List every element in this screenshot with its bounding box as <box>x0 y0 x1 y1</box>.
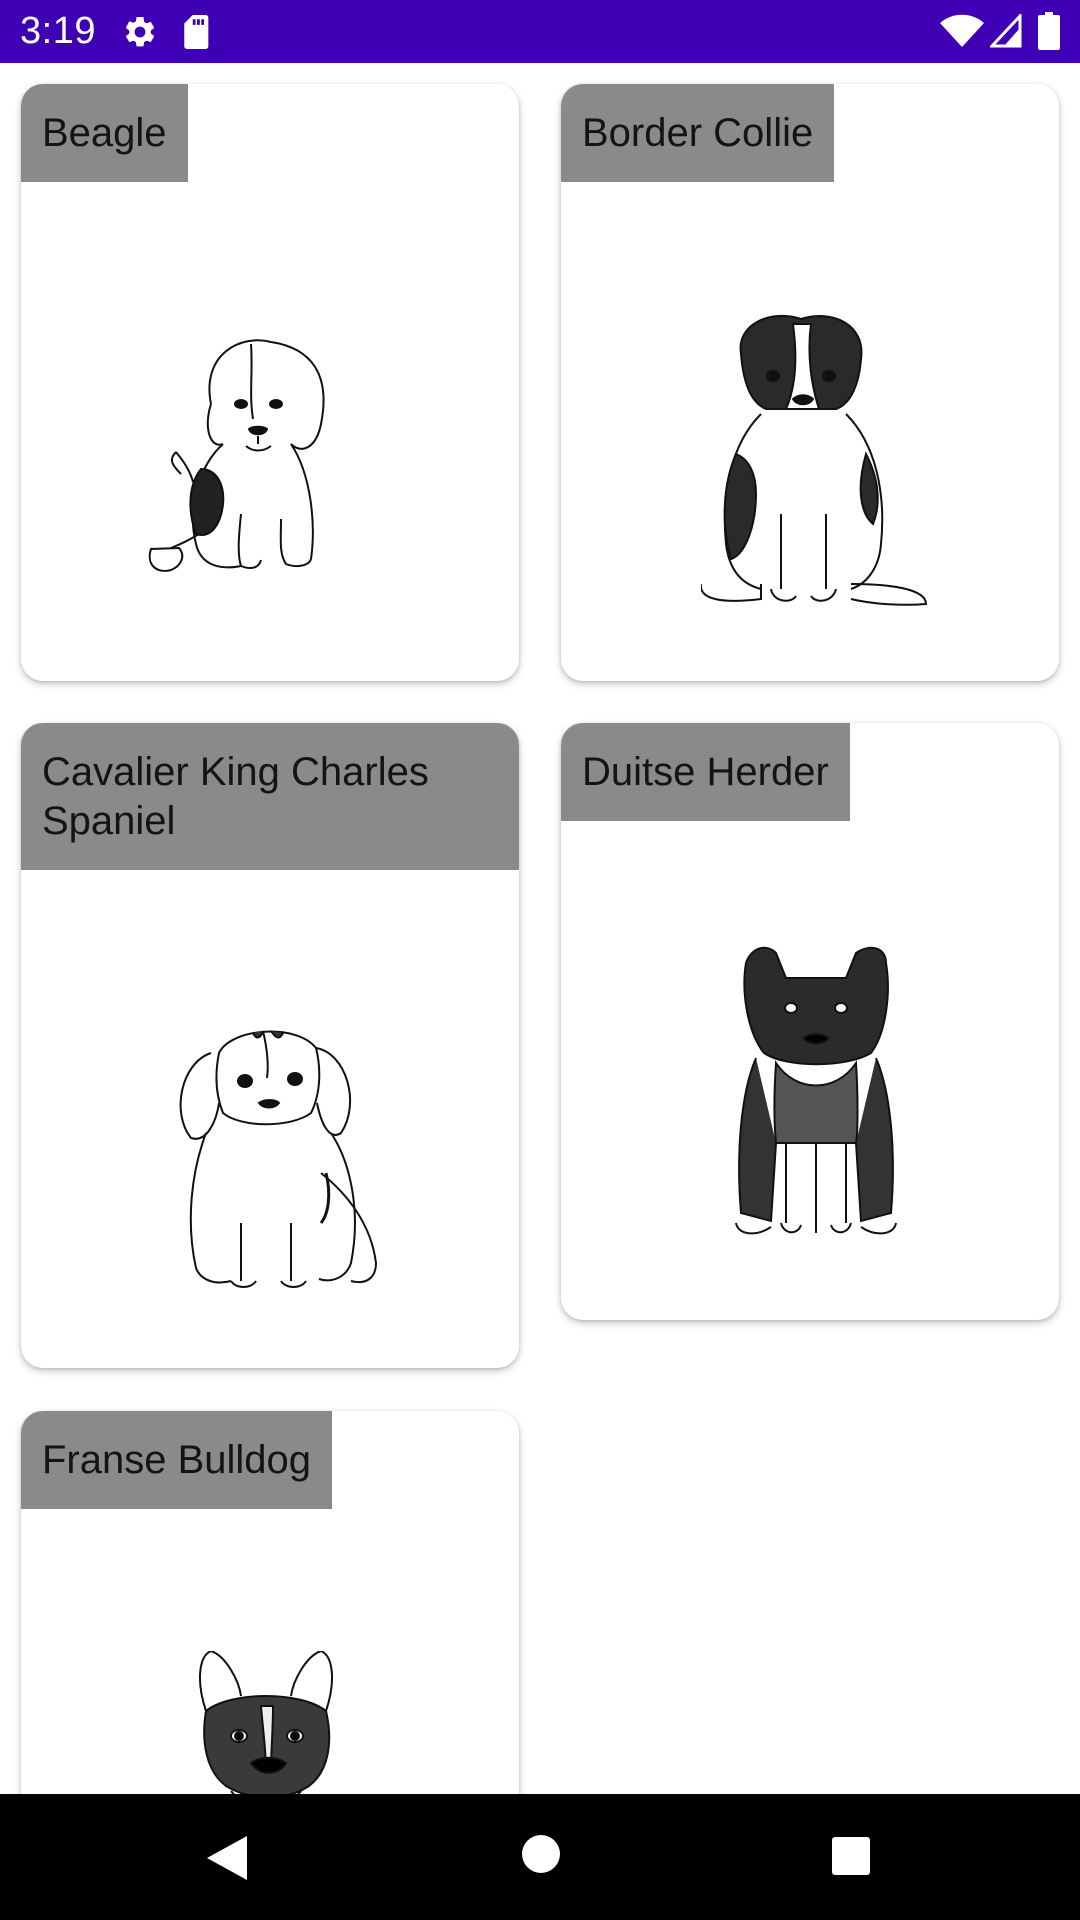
breed-card-border-collie[interactable]: Border Collie <box>561 84 1059 681</box>
breed-name-label: Franse Bulldog <box>21 1411 333 1509</box>
breed-card-cavalier[interactable]: Cavalier King Charles Spaniel <box>21 723 519 1368</box>
recents-icon[interactable] <box>831 1836 871 1876</box>
status-time: 3:19 <box>20 10 96 52</box>
beagle-sketch <box>148 339 325 572</box>
system-nav-bar <box>0 1794 1080 1920</box>
breed-name-label: Beagle <box>21 84 188 182</box>
sd-card-icon <box>180 13 214 51</box>
battery-icon <box>1038 12 1060 50</box>
breed-name-label: Border Collie <box>561 84 835 182</box>
breed-card-beagle[interactable]: Beagle <box>21 84 519 681</box>
border-collie-sketch <box>701 314 928 606</box>
home-icon[interactable] <box>521 1834 561 1874</box>
breed-grid[interactable]: Beagle Border Collie Cavalier King Charl… <box>0 63 1080 1794</box>
back-icon[interactable] <box>205 1834 249 1882</box>
settings-gear-icon <box>122 14 158 50</box>
breed-name-label: Cavalier King Charles Spaniel <box>21 723 519 870</box>
breed-name-label: Duitse Herder <box>561 723 850 821</box>
status-bar: 3:19 <box>0 0 1080 63</box>
breed-card-franse-bulldog[interactable]: Franse Bulldog <box>21 1411 519 1794</box>
german-shepherd-sketch <box>735 946 897 1235</box>
wifi-icon <box>940 14 984 48</box>
cavalier-sketch <box>179 1030 378 1288</box>
cell-signal-icon <box>988 12 1022 48</box>
breed-card-duitse-herder[interactable]: Duitse Herder <box>561 723 1059 1320</box>
french-bulldog-sketch <box>199 1651 333 1794</box>
